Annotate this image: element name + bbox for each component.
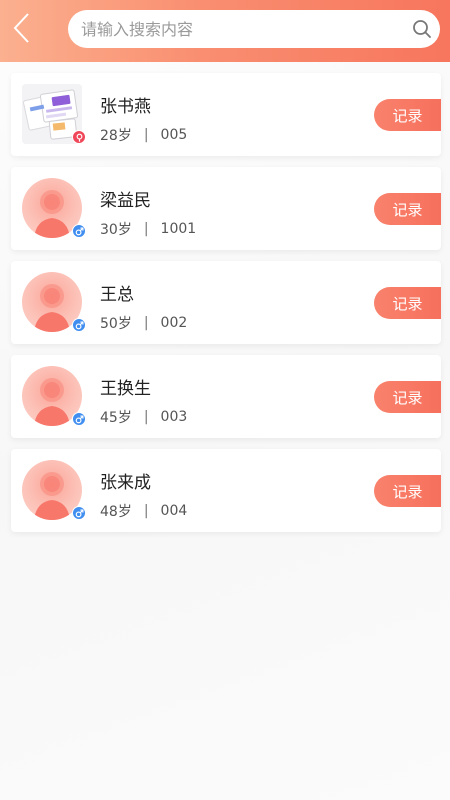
record-button[interactable]: 记录 <box>374 193 441 225</box>
patient-name: 王换生 <box>100 379 151 399</box>
list-item[interactable]: 张书燕 28岁 | 005 记录 <box>11 73 441 156</box>
patient-name: 张来成 <box>100 473 151 493</box>
search-icon[interactable] <box>404 10 440 48</box>
list-item[interactable]: 王总 50岁 | 002 记录 <box>11 261 441 344</box>
patient-name: 梁益民 <box>100 191 151 211</box>
search-input[interactable] <box>68 10 404 48</box>
patient-meta: 30岁 | 1001 <box>100 219 196 239</box>
avatar <box>22 460 86 520</box>
patient-name: 王总 <box>100 285 134 305</box>
avatar <box>22 272 86 332</box>
meta-separator: | <box>143 315 149 331</box>
patient-meta: 45岁 | 003 <box>100 407 187 427</box>
female-icon <box>72 130 86 144</box>
top-bar <box>0 0 450 62</box>
avatar <box>22 366 86 426</box>
meta-separator: | <box>143 221 149 237</box>
record-button[interactable]: 记录 <box>374 99 441 131</box>
record-button[interactable]: 记录 <box>374 287 441 319</box>
patient-id: 004 <box>160 503 188 519</box>
meta-separator: | <box>143 127 149 143</box>
patient-id: 002 <box>160 315 188 331</box>
patient-meta: 48岁 | 004 <box>100 501 187 521</box>
patient-id: 003 <box>160 409 188 425</box>
patient-id: 005 <box>160 127 188 143</box>
patient-age: 50岁 <box>100 316 132 332</box>
list-item[interactable]: 张来成 48岁 | 004 记录 <box>11 449 441 532</box>
search-bar <box>68 10 440 48</box>
male-icon <box>72 506 86 520</box>
patient-id: 1001 <box>160 221 197 237</box>
list-item[interactable]: 梁益民 30岁 | 1001 记录 <box>11 167 441 250</box>
patient-age: 30岁 <box>100 222 132 238</box>
back-button[interactable] <box>6 10 36 46</box>
patient-age: 48岁 <box>100 504 132 520</box>
male-icon <box>72 412 86 426</box>
male-icon <box>72 224 86 238</box>
record-button[interactable]: 记录 <box>374 475 441 507</box>
patient-meta: 28岁 | 005 <box>100 125 187 145</box>
record-button[interactable]: 记录 <box>374 381 441 413</box>
meta-separator: | <box>143 409 149 425</box>
male-icon <box>72 318 86 332</box>
avatar <box>22 84 86 144</box>
patient-age: 28岁 <box>100 128 132 144</box>
avatar <box>22 178 86 238</box>
patient-age: 45岁 <box>100 410 132 426</box>
list-item[interactable]: 王换生 45岁 | 003 记录 <box>11 355 441 438</box>
patient-meta: 50岁 | 002 <box>100 313 187 333</box>
chevron-left-icon <box>13 13 29 43</box>
patient-name: 张书燕 <box>100 97 151 117</box>
meta-separator: | <box>143 503 149 519</box>
